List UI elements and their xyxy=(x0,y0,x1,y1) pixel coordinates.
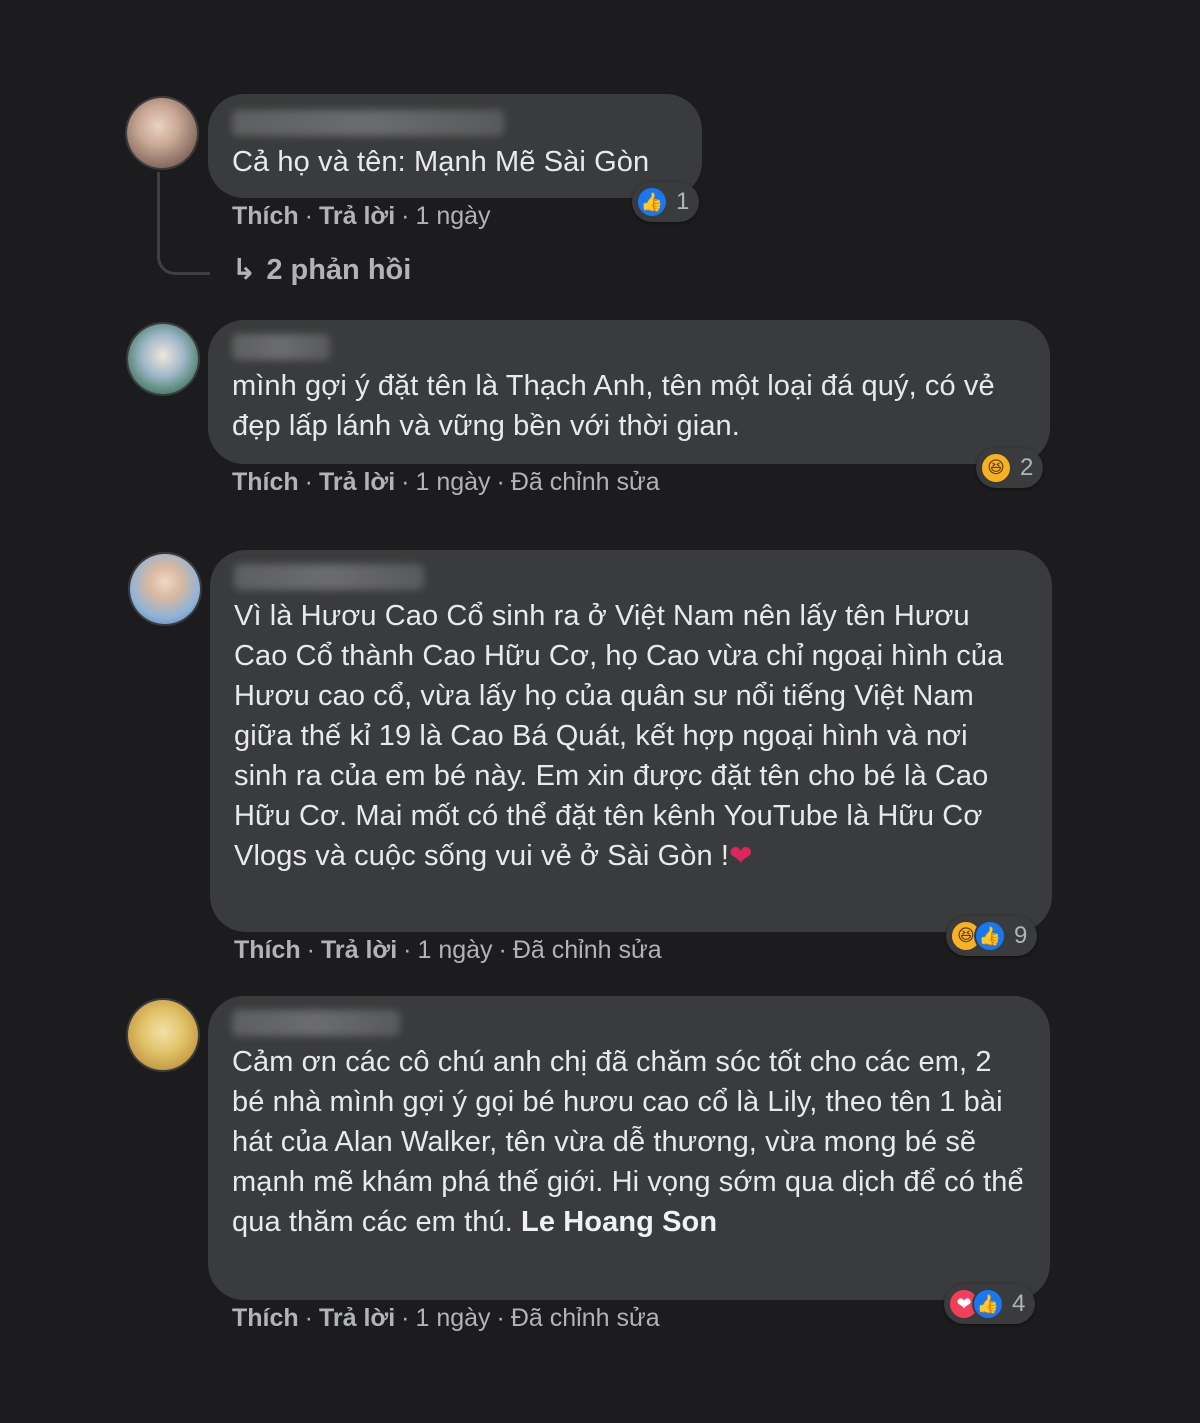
comment-actions: Thích · Trả lời · 1 ngày · Đã chỉnh sửa xyxy=(232,1304,660,1332)
comment-text: Cảm ơn các cô chú anh chị đã chăm sóc tố… xyxy=(232,1042,1024,1242)
like-icon: 👍 xyxy=(972,1288,1004,1320)
reaction-summary[interactable]: 😆 2 xyxy=(976,448,1044,488)
comment-text-body: Vì là Hươu Cao Cổ sinh ra ở Việt Nam nên… xyxy=(234,600,1004,872)
timestamp[interactable]: 1 ngày xyxy=(415,1304,490,1332)
edited-label[interactable]: Đã chỉnh sửa xyxy=(513,936,662,964)
reply-button[interactable]: Trả lời xyxy=(321,936,397,964)
author-name-blurred[interactable] xyxy=(232,1010,400,1036)
mention-link[interactable]: Le Hoang Son xyxy=(521,1206,717,1238)
comment-bubble: Vì là Hươu Cao Cổ sinh ra ở Việt Nam nên… xyxy=(210,550,1052,932)
author-name-blurred[interactable] xyxy=(232,334,330,360)
timestamp[interactable]: 1 ngày xyxy=(415,202,490,230)
like-icon: 👍 xyxy=(636,186,668,218)
comment-text: Cả họ và tên: Mạnh Mẽ Sài Gòn xyxy=(232,146,650,178)
reaction-summary[interactable]: 😆 👍 9 xyxy=(946,916,1038,956)
comment-actions: Thích · Trả lời · 1 ngày · Đã chỉnh sửa xyxy=(232,468,660,496)
reaction-count: 9 xyxy=(1014,922,1028,949)
avatar[interactable] xyxy=(126,998,200,1072)
like-button[interactable]: Thích xyxy=(232,1304,299,1332)
author-name-blurred[interactable] xyxy=(234,564,424,590)
comment-actions: Thích · Trả lời · 1 ngày xyxy=(232,202,491,230)
comment-bubble: mình gợi ý đặt tên là Thạch Anh, tên một… xyxy=(208,320,1050,464)
reply-arrow-icon: ↳ xyxy=(232,254,257,286)
reaction-count: 4 xyxy=(1012,1290,1026,1317)
timestamp[interactable]: 1 ngày xyxy=(415,468,490,496)
replies-count-label: 2 phản hồi xyxy=(266,254,412,286)
view-replies-link[interactable]: ↳ 2 phản hồi xyxy=(232,252,411,287)
comment-bubble: Cả họ và tên: Mạnh Mẽ Sài Gòn xyxy=(208,94,702,198)
reply-button[interactable]: Trả lời xyxy=(319,1304,395,1332)
avatar[interactable] xyxy=(125,96,199,170)
like-button[interactable]: Thích xyxy=(234,936,301,964)
reply-button[interactable]: Trả lời xyxy=(319,468,395,496)
like-icon: 👍 xyxy=(974,920,1006,952)
like-button[interactable]: Thích xyxy=(232,202,299,230)
comment-bubble: Cảm ơn các cô chú anh chị đã chăm sóc tố… xyxy=(208,996,1050,1300)
reaction-summary[interactable]: ❤ 👍 4 xyxy=(944,1284,1036,1324)
thread-connector xyxy=(157,172,210,275)
reply-button[interactable]: Trả lời xyxy=(319,202,395,230)
edited-label[interactable]: Đã chỉnh sửa xyxy=(511,468,660,496)
author-name-blurred[interactable] xyxy=(232,110,504,136)
reaction-count: 1 xyxy=(676,188,690,215)
comment-text: Vì là Hươu Cao Cổ sinh ra ở Việt Nam nên… xyxy=(234,596,1026,876)
haha-icon: 😆 xyxy=(980,452,1012,484)
timestamp[interactable]: 1 ngày xyxy=(417,936,492,964)
avatar[interactable] xyxy=(128,552,202,626)
edited-label[interactable]: Đã chỉnh sửa xyxy=(511,1304,660,1332)
like-button[interactable]: Thích xyxy=(232,468,299,496)
comment-actions: Thích · Trả lời · 1 ngày · Đã chỉnh sửa xyxy=(234,936,662,964)
avatar[interactable] xyxy=(126,322,200,396)
heart-emoji-icon: ❤ xyxy=(729,840,753,871)
reaction-summary[interactable]: 👍 1 xyxy=(632,182,700,222)
comment-text: mình gợi ý đặt tên là Thạch Anh, tên một… xyxy=(232,370,995,442)
reaction-count: 2 xyxy=(1020,454,1034,481)
